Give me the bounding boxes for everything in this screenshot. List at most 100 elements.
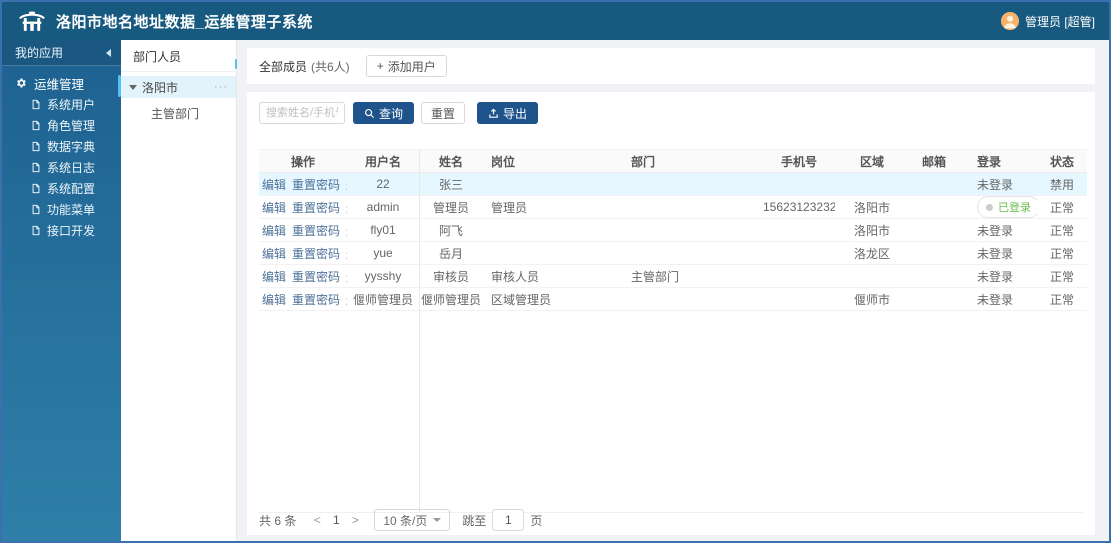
add-user-button[interactable]: + 添加用户 — [365, 55, 447, 77]
cell-login: 未登录 — [959, 172, 1037, 196]
document-icon — [32, 225, 40, 236]
cell-status: 正常 — [1037, 195, 1087, 219]
members-count: (共6人) — [311, 59, 350, 74]
sidebar-group-ops[interactable]: 运维管理 — [2, 72, 121, 94]
my-apps-header[interactable]: 我的应用 — [2, 40, 121, 66]
edit-link[interactable]: 编辑 — [262, 293, 286, 307]
delete-link[interactable]: 删除 — [346, 247, 347, 261]
cell-login: 未登录 — [959, 287, 1037, 311]
toggle-dot-icon — [986, 203, 993, 211]
login-status-pill[interactable]: 已登录 — [977, 196, 1037, 218]
next-page-button[interactable]: > — [346, 513, 364, 527]
table-row[interactable]: 编辑重置密码删除 偃师管理员 偃师管理员 区域管理员 偃师市 未登录 正常 — [259, 287, 1087, 311]
column-header: 用户名 — [347, 149, 419, 173]
tree-node-luoyang[interactable]: 洛阳市 ··· — [121, 76, 236, 98]
cell-email — [909, 195, 959, 219]
column-header: 邮箱 — [909, 149, 959, 173]
reset-password-link[interactable]: 重置密码 — [292, 270, 340, 284]
cell-dept — [623, 241, 763, 265]
column-header: 手机号 — [763, 149, 835, 173]
caret-down-icon[interactable] — [129, 84, 137, 90]
table-row[interactable]: 编辑重置密码删除 yue 岳月 洛龙区 未登录 正常 — [259, 241, 1087, 265]
reset-password-link[interactable]: 重置密码 — [292, 201, 340, 215]
cell-phone — [763, 241, 835, 265]
person-icon — [1000, 12, 1019, 30]
export-button[interactable]: 导出 — [477, 102, 539, 124]
cell-phone — [763, 218, 835, 242]
cell-username: yysshy — [347, 264, 419, 288]
row-actions: 编辑重置密码删除 — [259, 195, 347, 219]
cell-username: yue — [347, 241, 419, 265]
column-header: 姓名 — [419, 149, 483, 173]
search-bar: 查询 重置 导出 — [259, 102, 1083, 124]
delete-link[interactable]: 删除 — [346, 270, 347, 284]
page-title: 洛阳市地名地址数据_运维管理子系统 — [56, 13, 313, 31]
delete-link[interactable]: 删除 — [346, 293, 347, 307]
cell-dept — [623, 195, 763, 219]
plus-icon: + — [376, 59, 384, 73]
sidebar-item-label: 功能菜单 — [47, 203, 96, 217]
row-actions: 编辑重置密码删除 — [259, 287, 347, 311]
delete-link[interactable]: 删除 — [346, 224, 347, 238]
sidebar-item[interactable]: 数据字典 — [2, 136, 121, 157]
sidebar-item[interactable]: 接口开发 — [2, 220, 121, 241]
pagination: 共 6 条 < 1 > 10 条/页 跳至 页 — [259, 509, 542, 531]
jump-page-input[interactable] — [492, 509, 525, 531]
sidebar-item[interactable]: 功能菜单 — [2, 199, 121, 220]
cell-phone — [763, 172, 835, 196]
sidebar-item-label: 数据字典 — [47, 140, 96, 154]
collapse-icon[interactable] — [106, 48, 111, 57]
delete-link[interactable]: 删除 — [346, 178, 347, 192]
users-card: 查询 重置 导出 操作用户名姓名岗位部门手机号区 — [247, 92, 1095, 535]
reset-password-link[interactable]: 重置密码 — [292, 293, 340, 307]
user-name[interactable]: 管理员 [超管] — [1025, 13, 1095, 30]
jump-label: 跳至 — [462, 513, 487, 528]
cell-name: 偃师管理员 — [419, 287, 483, 311]
cell-email — [909, 218, 959, 242]
fixed-column-divider — [419, 149, 420, 512]
edit-link[interactable]: 编辑 — [262, 270, 286, 284]
table-row[interactable]: 编辑重置密码删除 fly01 阿飞 洛阳市 未登录 正常 — [259, 218, 1087, 242]
sidebar-item-label: 系统配置 — [47, 182, 96, 196]
cell-post: 管理员 — [483, 195, 623, 219]
tree-node-main-dept[interactable]: 主管部门 — [121, 102, 236, 124]
edit-link[interactable]: 编辑 — [262, 178, 286, 192]
cell-dept: 主管部门 — [623, 264, 763, 288]
cell-post: 区域管理员 — [483, 287, 623, 311]
more-options-icon[interactable]: ··· — [214, 81, 228, 93]
search-input[interactable] — [259, 102, 345, 124]
page-size-select[interactable]: 10 条/页 — [374, 509, 451, 531]
current-page[interactable]: 1 — [326, 513, 346, 527]
delete-link[interactable]: 删除 — [346, 201, 347, 215]
reset-password-link[interactable]: 重置密码 — [292, 224, 340, 238]
reset-password-link[interactable]: 重置密码 — [292, 178, 340, 192]
sidebar-item[interactable]: 角色管理 — [2, 115, 121, 136]
cell-post — [483, 241, 623, 265]
prev-page-button[interactable]: < — [308, 513, 326, 527]
table-row[interactable]: 编辑重置密码删除 admin 管理员 管理员 15623123232 洛阳市 已… — [259, 195, 1087, 219]
sidebar-item[interactable]: 系统用户 — [2, 94, 121, 115]
login-status-text: 已登录 — [998, 202, 1031, 214]
cell-status: 正常 — [1037, 287, 1087, 311]
table-row[interactable]: 编辑重置密码删除 22 张三 未登录 禁用 — [259, 172, 1087, 196]
sidebar-item[interactable]: 系统日志 — [2, 157, 121, 178]
document-icon — [32, 183, 40, 194]
sidebar-item-label: 系统日志 — [47, 161, 96, 175]
user-avatar[interactable] — [1000, 12, 1019, 30]
sidebar: 我的应用 运维管理 系统用户 角色管理 数据字典 系统日志 系统配置 功能菜单 … — [2, 40, 121, 541]
sidebar-item[interactable]: 系统配置 — [2, 178, 121, 199]
table-row[interactable]: 编辑重置密码删除 yysshy 审核员 审核人员 主管部门 未登录 正常 — [259, 264, 1087, 288]
cell-region: 洛龙区 — [835, 241, 909, 265]
row-actions: 编辑重置密码删除 — [259, 172, 347, 196]
edit-link[interactable]: 编辑 — [262, 201, 286, 215]
users-table: 操作用户名姓名岗位部门手机号区域邮箱登录状态 编辑重置密码删除 22 张三 未登… — [259, 149, 1087, 311]
column-header: 操作 — [259, 149, 347, 173]
reset-button[interactable]: 重置 — [421, 102, 466, 124]
edit-link[interactable]: 编辑 — [262, 247, 286, 261]
members-toolbar: 全部成员 (共6人) + 添加用户 — [247, 48, 1095, 84]
row-actions: 编辑重置密码删除 — [259, 218, 347, 242]
chevron-down-icon — [433, 518, 442, 522]
query-button[interactable]: 查询 — [353, 102, 415, 124]
edit-link[interactable]: 编辑 — [262, 224, 286, 238]
reset-password-link[interactable]: 重置密码 — [292, 247, 340, 261]
